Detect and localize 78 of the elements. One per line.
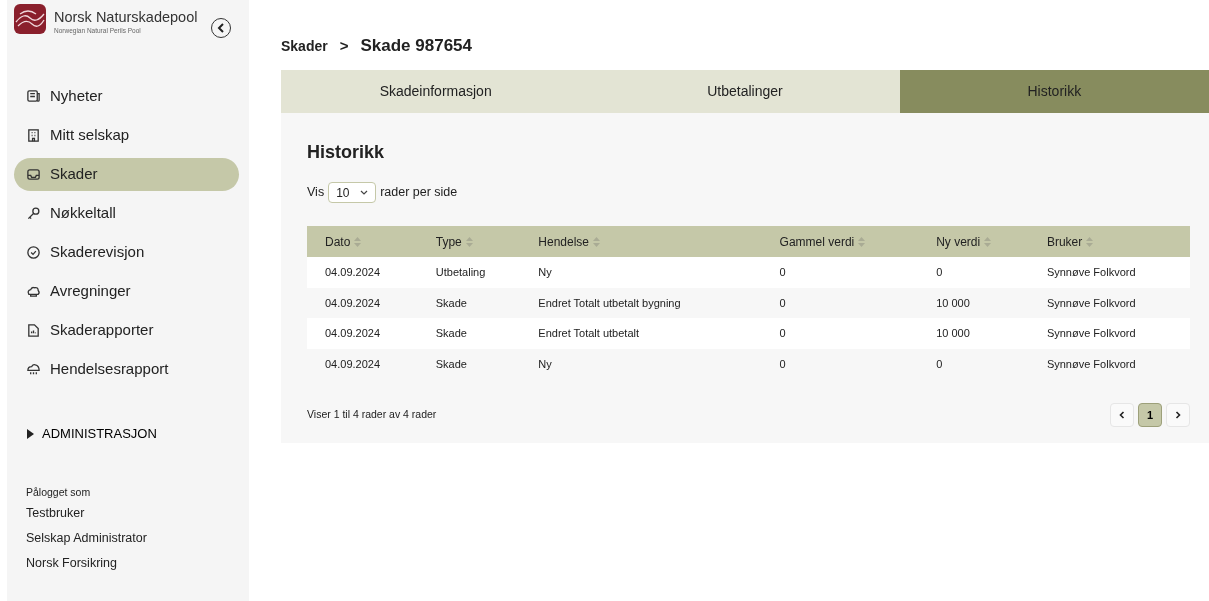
breadcrumb-link[interactable]: Skader xyxy=(281,35,328,57)
nav-item[interactable]: Nøkkeltall xyxy=(14,197,239,230)
cloud-icon xyxy=(26,284,41,299)
rain-cloud-icon xyxy=(26,362,41,377)
nav-item[interactable]: Mitt selskap xyxy=(14,119,239,152)
nav-item[interactable]: Skaderevisjon xyxy=(14,236,239,269)
table-cell: 0 xyxy=(761,257,919,288)
breadcrumb-current: Skade 987654 xyxy=(360,35,472,58)
sort-icon xyxy=(465,237,473,248)
page-size-label: Vis xyxy=(307,184,325,202)
document-chart-icon xyxy=(26,323,41,338)
table-cell: Synnøve Folkvord xyxy=(1028,257,1190,288)
column-header[interactable]: Bruker xyxy=(1028,226,1190,257)
chevron-left-icon xyxy=(1119,411,1125,419)
login-info: Selskap Administrator xyxy=(26,530,148,547)
tab[interactable]: Skadeinformasjon xyxy=(281,70,591,113)
brand-name: Norsk Naturskadepool xyxy=(54,10,198,26)
table-cell: 10 000 xyxy=(918,287,1029,318)
previous-page-button[interactable] xyxy=(1110,403,1134,427)
nav-item[interactable]: Hendelsesrapport xyxy=(14,353,239,386)
table-cell: 04.09.2024 xyxy=(307,257,418,288)
table-cell: Synnøve Folkvord xyxy=(1028,318,1190,349)
table-cell: Endret Totalt utbetalt xyxy=(520,318,762,349)
sort-icon xyxy=(984,237,992,248)
nav-item[interactable]: Skaderapporter xyxy=(14,314,239,347)
tab[interactable]: Utbetalinger xyxy=(590,70,900,113)
login-info: Norsk Forsikring xyxy=(26,554,118,572)
table-cell: 0 xyxy=(761,318,919,349)
page-size-label: rader per side xyxy=(380,184,458,202)
column-header[interactable]: Gammel verdi xyxy=(761,226,919,257)
table-cell: 0 xyxy=(761,348,919,379)
table-cell: 04.09.2024 xyxy=(307,348,418,379)
caret-icon xyxy=(26,428,34,439)
login-caption: Pålogget som xyxy=(26,484,92,500)
table-cell: Skade xyxy=(417,348,521,379)
chevron-right-icon xyxy=(1175,411,1181,419)
table-cell: Utbetaling xyxy=(417,257,521,288)
next-page-button[interactable] xyxy=(1166,403,1190,427)
sort-icon xyxy=(1086,237,1094,248)
table-cell: 0 xyxy=(918,348,1029,379)
nav-item[interactable]: Nyheter xyxy=(14,80,239,113)
row-summary: Viser 1 til 4 rader av 4 rader xyxy=(307,407,437,423)
column-header[interactable]: Type xyxy=(417,226,521,257)
table-cell: 0 xyxy=(761,287,919,318)
table-cell: Endret Totalt utbetalt bygning xyxy=(520,287,762,318)
table-cell: Synnøve Folkvord xyxy=(1028,287,1190,318)
table-cell: Skade xyxy=(417,318,521,349)
administration-toggle[interactable]: ADMINISTRASJON xyxy=(14,423,163,445)
table-cell: 0 xyxy=(918,257,1029,288)
nav-item[interactable]: Skader xyxy=(14,158,239,191)
table-cell: Ny xyxy=(520,257,762,288)
chevron-down-icon xyxy=(359,190,368,195)
tab[interactable]: Historikk xyxy=(899,70,1209,113)
logo-icon xyxy=(14,4,46,34)
check-circle-icon xyxy=(26,245,41,260)
page-button[interactable]: 1 xyxy=(1138,403,1162,427)
section-title: Historikk xyxy=(307,141,386,164)
table-cell: 04.09.2024 xyxy=(307,287,418,318)
breadcrumb-separator: > xyxy=(339,35,349,56)
newspaper-icon xyxy=(26,89,41,104)
table-cell: Ny xyxy=(520,348,762,379)
login-info: Testbruker xyxy=(26,505,86,523)
nav-item[interactable]: Avregninger xyxy=(14,275,239,308)
column-header[interactable]: Dato xyxy=(307,226,418,257)
table-cell: Skade xyxy=(417,287,521,318)
column-header[interactable]: Ny verdi xyxy=(918,226,1029,257)
inbox-icon xyxy=(26,167,41,182)
column-header[interactable]: Hendelse xyxy=(520,226,762,257)
page-size-select[interactable]: 10 xyxy=(328,182,377,203)
key-icon xyxy=(26,206,41,221)
sort-icon xyxy=(354,237,362,248)
sort-icon xyxy=(858,237,866,248)
table-cell: 04.09.2024 xyxy=(307,318,418,349)
table-cell: Synnøve Folkvord xyxy=(1028,348,1190,379)
building-icon xyxy=(26,128,41,143)
table-cell: 10 000 xyxy=(918,318,1029,349)
chevron-left-icon xyxy=(217,23,226,33)
sort-icon xyxy=(593,237,600,248)
